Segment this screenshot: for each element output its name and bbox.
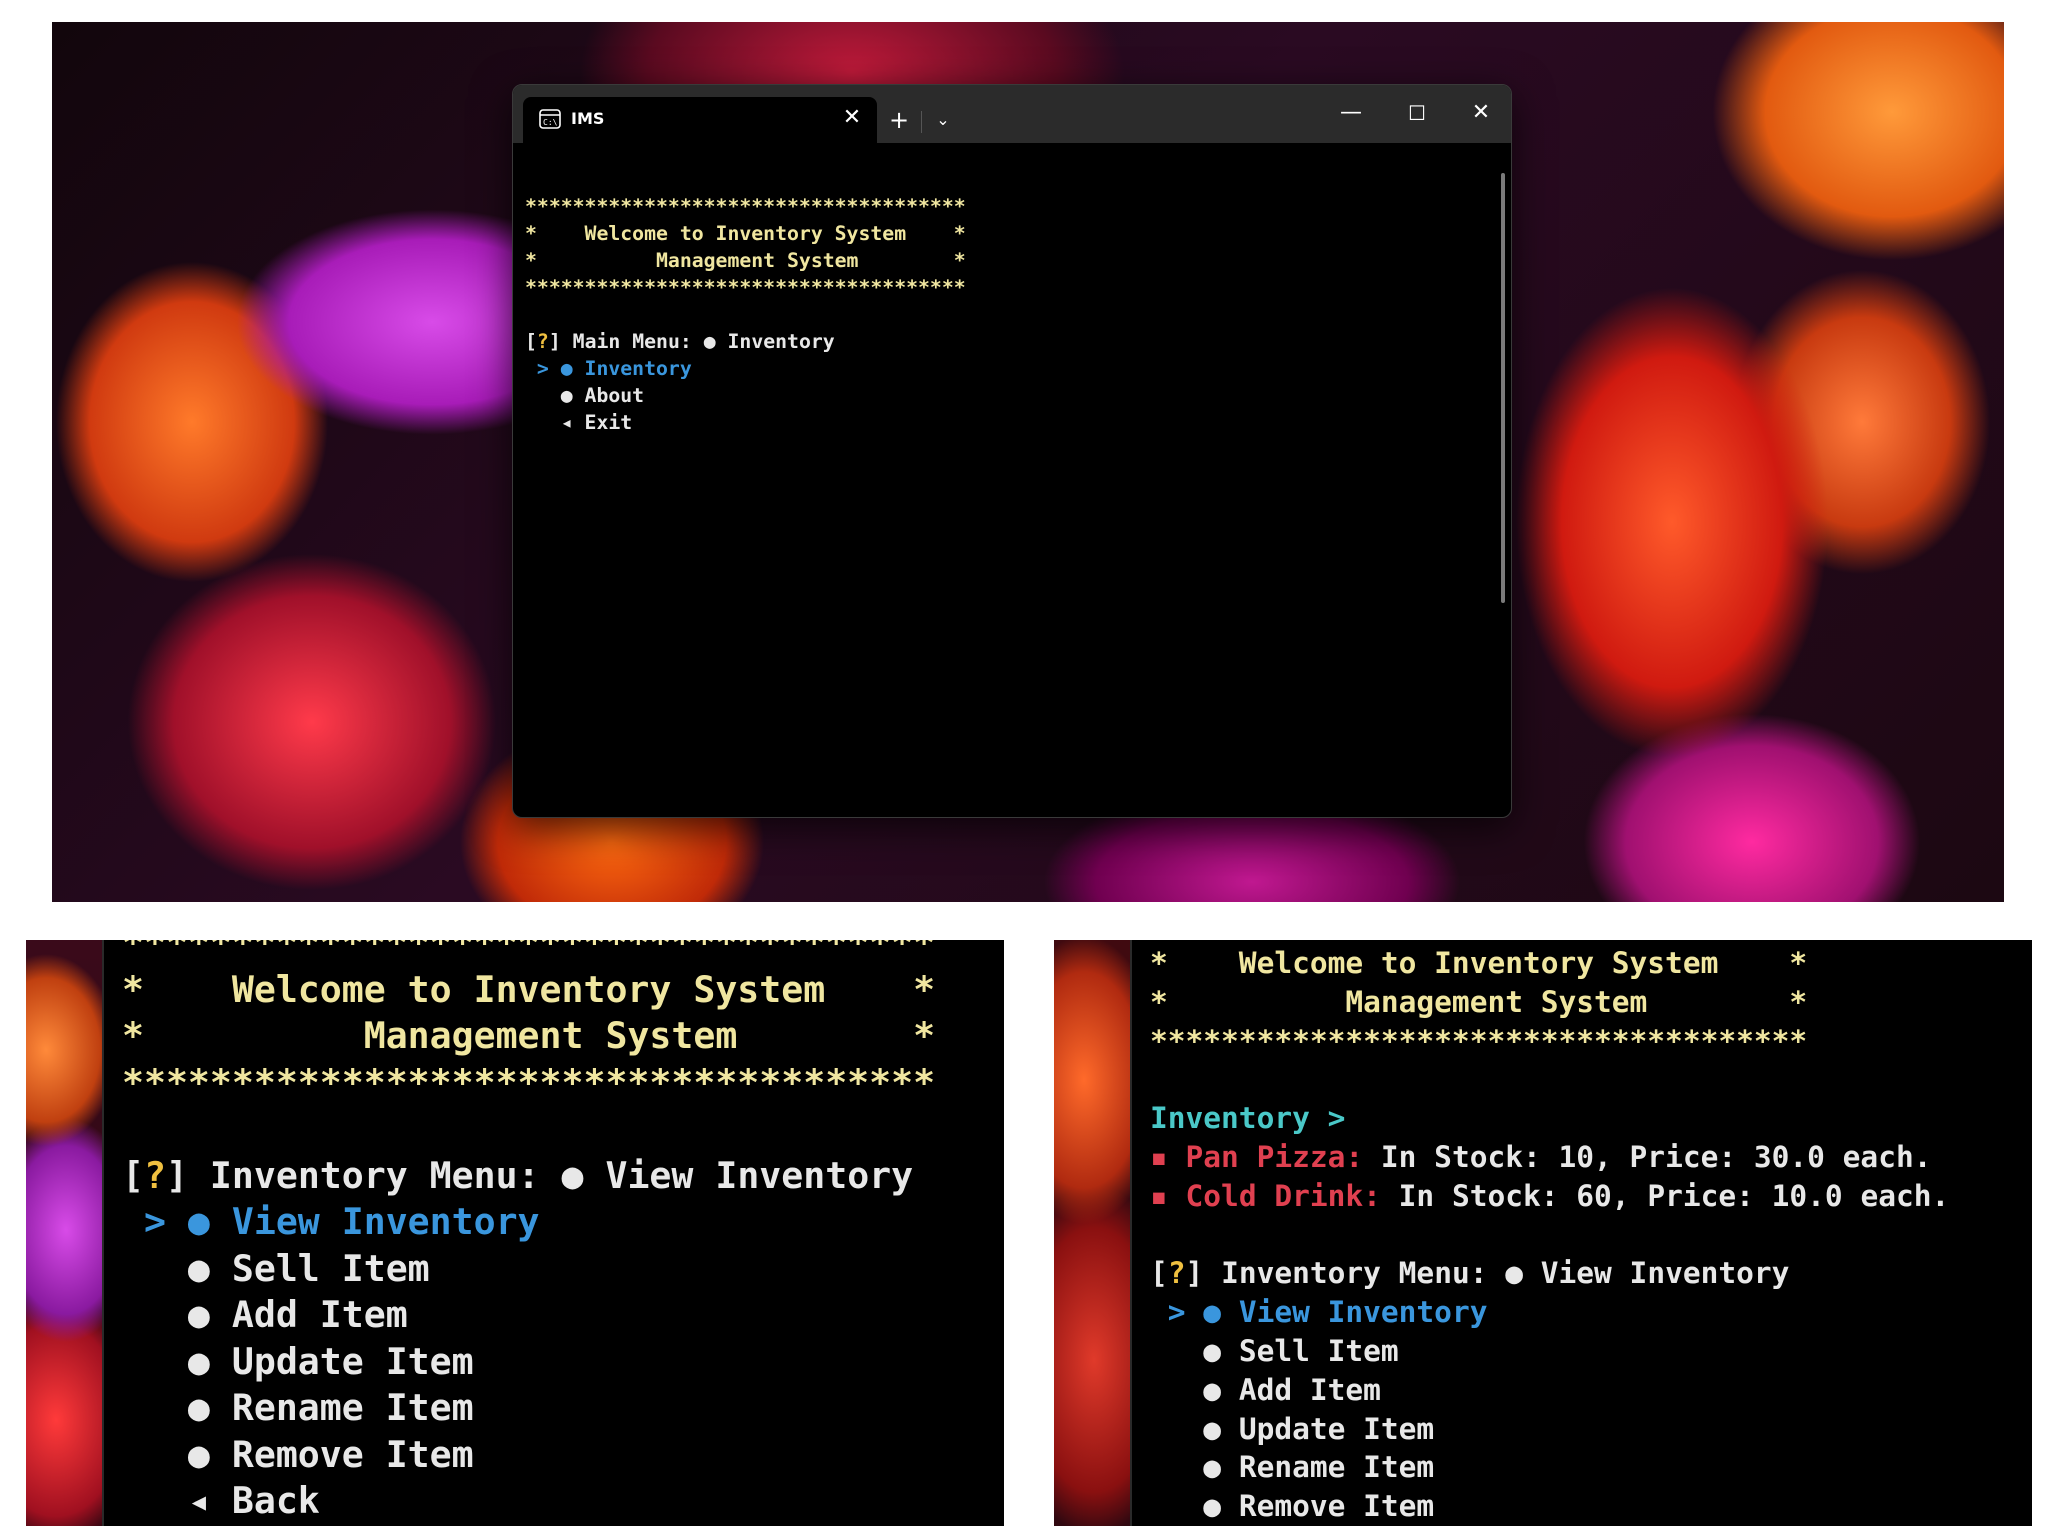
menu-option-view-inventory[interactable]: > ● View Inventory (1150, 1293, 1949, 1332)
divider (921, 111, 922, 133)
inventory-menu-prompt: [?] Inventory Menu: ● View Inventory (1150, 1256, 1790, 1291)
item-name: Pan Pizza: (1185, 1139, 1364, 1174)
tab-ims[interactable]: C:\ IMS ✕ (523, 97, 877, 143)
menu-option-update-item[interactable]: ● Update Item (1150, 1410, 1949, 1449)
terminal-output: ************************************* * … (122, 940, 935, 1525)
question-mark: ? (1167, 1256, 1186, 1291)
plus-icon[interactable]: + (883, 105, 915, 135)
menu-option-inventory[interactable]: > ● Inventory (525, 355, 1511, 382)
banner-border: ************************************* (122, 940, 936, 964)
chevron-down-icon[interactable]: ⌄ (927, 105, 959, 135)
item-details: In Stock: 60, Price: 10.0 each. (1380, 1178, 1950, 1213)
item-details: In Stock: 10, Price: 30.0 each. (1363, 1139, 1932, 1174)
terminal-output[interactable]: ************************************* * … (513, 143, 1511, 817)
menu-option-add-item[interactable]: ● Add Item (122, 1292, 935, 1339)
scrollbar[interactable] (1501, 173, 1505, 603)
menu-option-view-inventory[interactable]: > ● View Inventory (122, 1199, 935, 1246)
menu-option-add-item[interactable]: ● Add Item (1150, 1371, 1949, 1410)
title-bar: C:\ IMS ✕ + ⌄ — ☐ ✕ (513, 85, 1511, 143)
menu-option-sell-item[interactable]: ● Sell Item (1150, 1332, 1949, 1371)
terminal-output: * Welcome to Inventory System * * Manage… (1150, 944, 1949, 1526)
banner-line: * Welcome to Inventory System * (122, 967, 936, 1011)
wallpaper-strip (1054, 940, 1132, 1526)
banner-border: ************************************* (525, 195, 966, 218)
close-icon[interactable]: ✕ (837, 103, 867, 133)
banner-line: * Welcome to Inventory System * (1150, 946, 1808, 980)
zoom-panel-inventory-view: * Welcome to Inventory System * * Manage… (1054, 940, 2032, 1526)
menu-option-rename-item[interactable]: ● Rename Item (122, 1385, 935, 1432)
wallpaper-strip (26, 940, 104, 1526)
inventory-menu-prompt: [?] Inventory Menu: ● View Inventory (122, 1153, 914, 1197)
banner-border: ************************************* (122, 1060, 936, 1104)
minimize-icon[interactable]: — (1327, 95, 1375, 131)
inventory-header: Inventory > (1150, 1101, 1346, 1136)
close-icon[interactable]: ✕ (1457, 95, 1505, 131)
banner-border: ************************************* (1150, 1023, 1808, 1058)
maximize-icon[interactable]: ☐ (1393, 95, 1441, 131)
banner-line: * Management System * (122, 1014, 936, 1057)
prompt-answer: ● Inventory (703, 330, 835, 353)
banner-border: ************************************* (525, 276, 966, 299)
inventory-item: ▪ Cold Drink: In Stock: 60, Price: 10.0 … (1150, 1178, 1950, 1213)
menu-option-remove-item[interactable]: ● Remove Item (1150, 1487, 1949, 1526)
tab-title: IMS (571, 109, 605, 128)
banner-line: * Welcome to Inventory System * (525, 222, 966, 245)
item-name: Cold Drink: (1185, 1178, 1381, 1213)
banner-line: * Management System * (1150, 984, 1808, 1019)
menu-option-about[interactable]: ● About (525, 382, 1511, 409)
question-mark: ? (536, 330, 549, 353)
menu-option-back[interactable]: ◂ Back (122, 1478, 935, 1525)
inventory-item: ▪ Pan Pizza: In Stock: 10, Price: 30.0 e… (1150, 1139, 1932, 1174)
menu-option-sell-item[interactable]: ● Sell Item (122, 1246, 935, 1293)
prompt-question: Main Menu: (572, 330, 704, 353)
svg-text:C:\: C:\ (543, 118, 558, 127)
menu-option-exit[interactable]: ◂ Exit (525, 409, 1511, 436)
terminal-window: C:\ IMS ✕ + ⌄ — ☐ ✕ ********************… (512, 84, 1512, 818)
menu-option-update-item[interactable]: ● Update Item (122, 1339, 935, 1386)
question-mark: ? (143, 1153, 166, 1197)
menu-option-rename-item[interactable]: ● Rename Item (1150, 1448, 1949, 1487)
banner-line: * Management System * (525, 249, 966, 272)
zoom-panel-inventory-menu: ************************************* * … (26, 940, 1004, 1526)
menu-option-remove-item[interactable]: ● Remove Item (122, 1432, 935, 1479)
main-menu-prompt: [?] Main Menu: ● Inventory (525, 330, 835, 353)
terminal-icon: C:\ (539, 109, 561, 129)
